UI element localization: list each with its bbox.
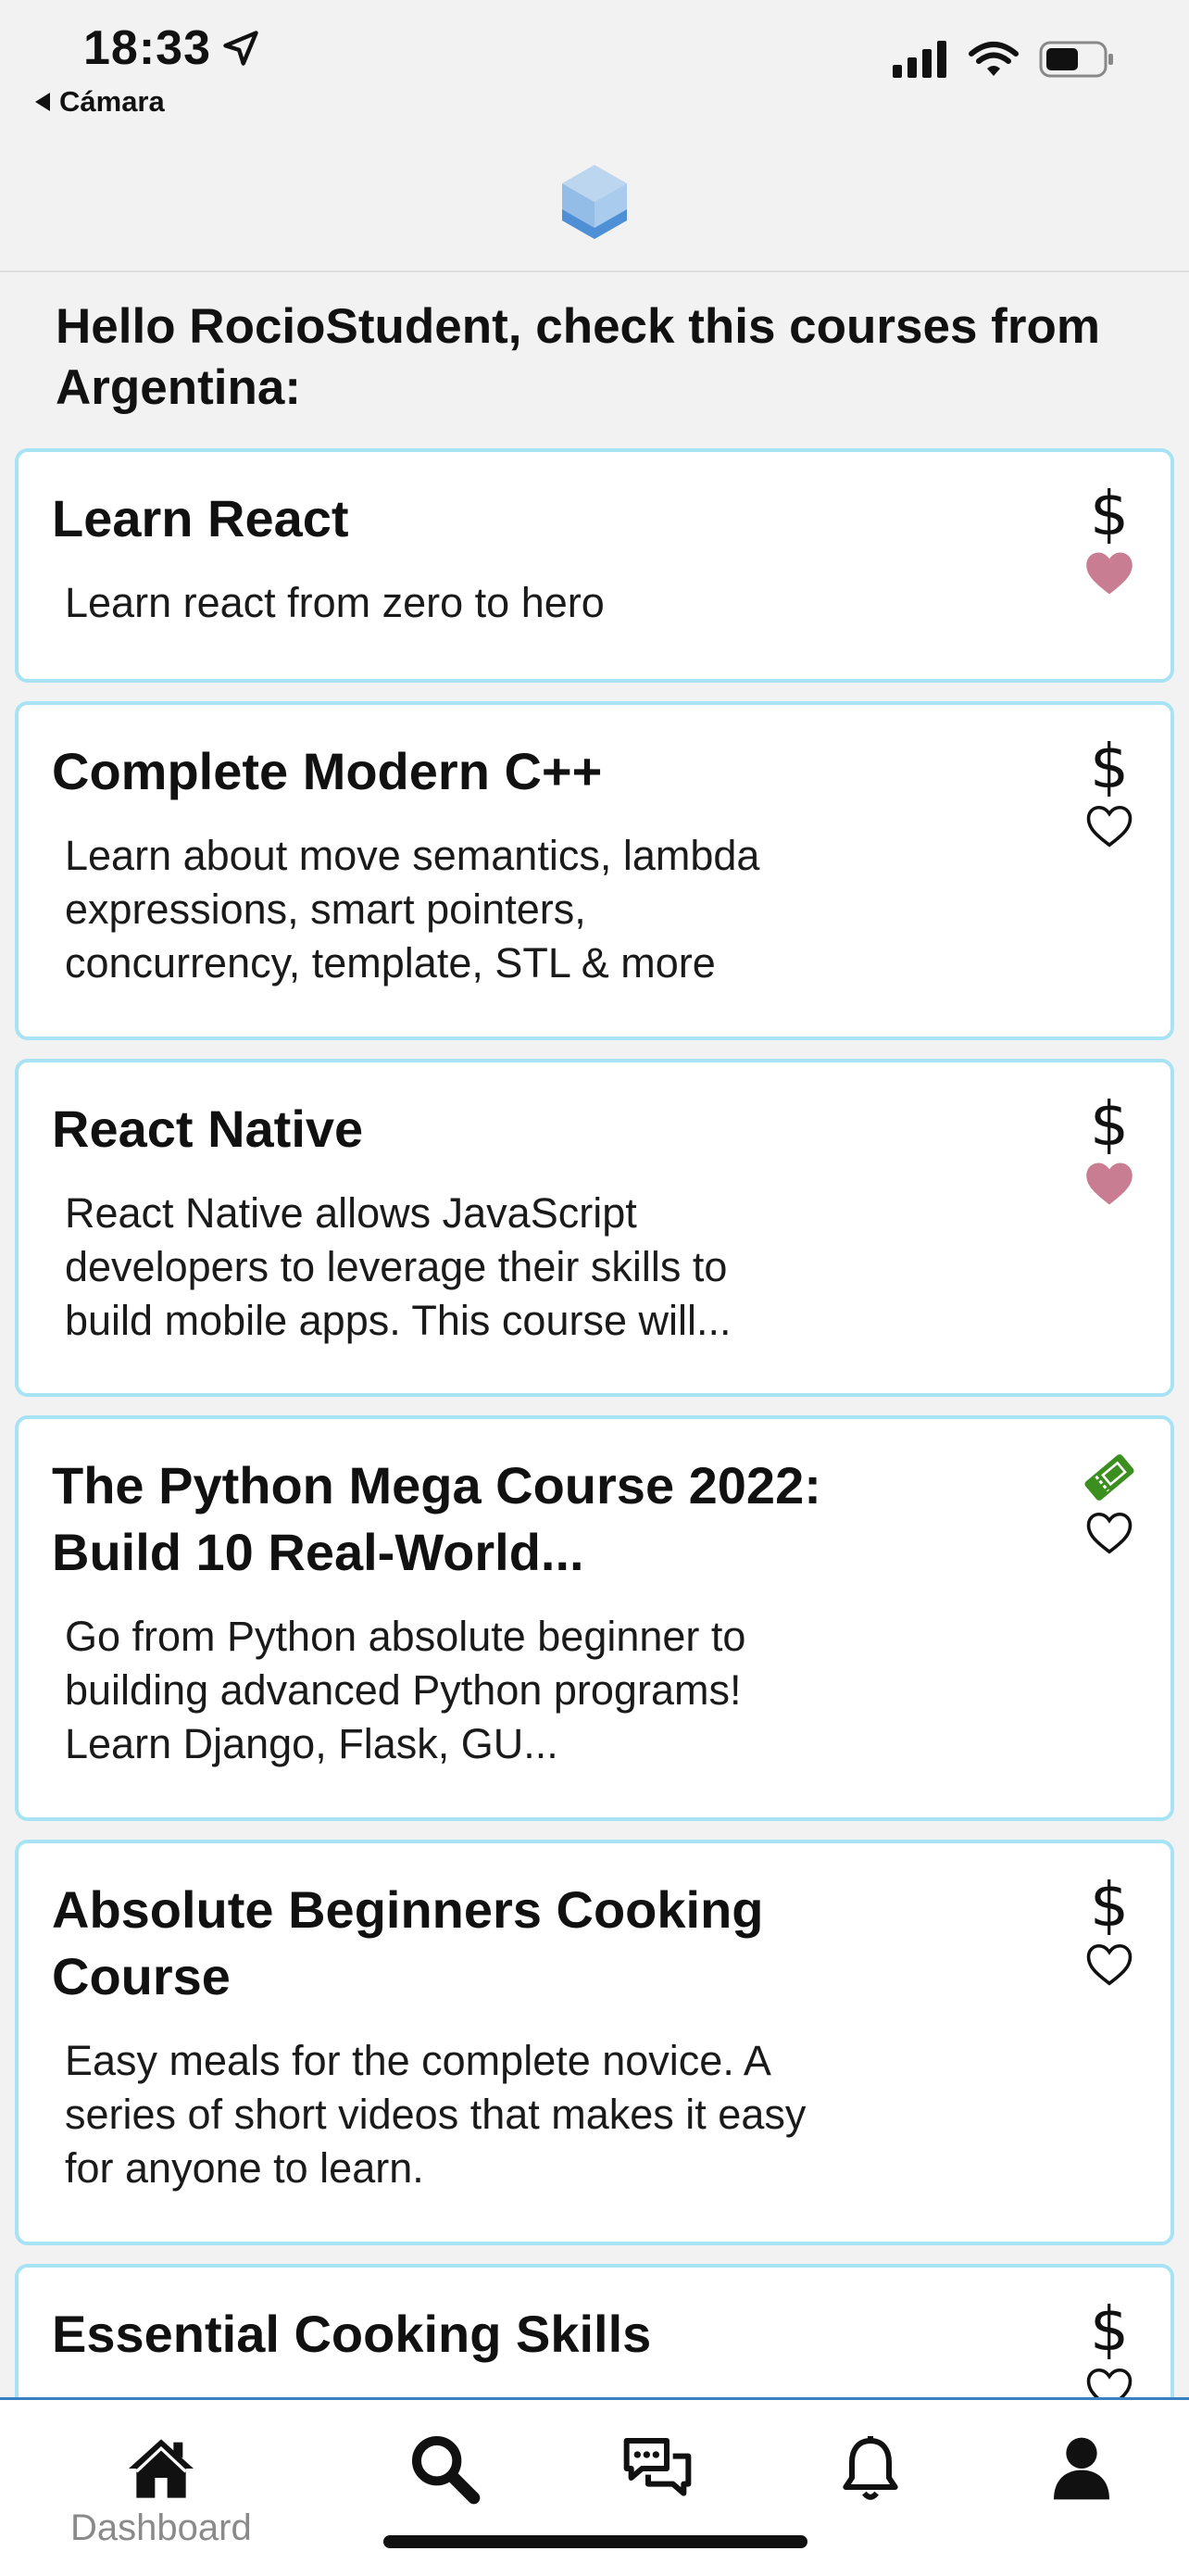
paid-dollar-icon: $ xyxy=(1090,478,1129,549)
location-arrow-icon xyxy=(223,31,258,66)
course-title: Learn React xyxy=(52,489,349,547)
course-description: Learn about move semantics, lambda expre… xyxy=(65,832,760,986)
wifi-icon xyxy=(969,42,1019,76)
favorite-heart-outline-icon[interactable] xyxy=(1084,1510,1134,1556)
tab-dashboard[interactable]: Dashboard xyxy=(70,2431,252,2549)
app-header xyxy=(0,130,1189,272)
paid-dollar-icon: $ xyxy=(1090,1869,1129,1941)
course-icons: $ xyxy=(1082,1092,1137,1207)
favorite-heart-outline-icon[interactable] xyxy=(1084,803,1134,849)
course-card[interactable]: Learn React Learn react from zero to her… xyxy=(15,448,1174,683)
course-list[interactable]: Learn React Learn react from zero to her… xyxy=(15,448,1174,2468)
paid-dollar-icon: $ xyxy=(1090,1088,1129,1160)
paid-dollar-icon: $ xyxy=(1090,731,1129,802)
course-icons: $ xyxy=(1082,482,1137,597)
time-text: 18:33 xyxy=(83,21,211,75)
favorite-heart-icon[interactable] xyxy=(1084,550,1134,597)
course-card[interactable]: The Python Mega Course 2022: Build 10 Re… xyxy=(15,1415,1174,1821)
favorite-heart-outline-icon[interactable] xyxy=(1084,1941,1134,1988)
tab-search[interactable] xyxy=(407,2431,482,2506)
free-ticket-icon xyxy=(1081,1449,1138,1506)
tab-notifications[interactable] xyxy=(833,2431,907,2506)
back-app-label: Cámara xyxy=(59,85,165,118)
course-description: React Native allows JavaScript developer… xyxy=(65,1189,732,1344)
course-title: Absolute Beginners Cooking Course xyxy=(52,1880,764,2005)
tab-label: Dashboard xyxy=(70,2507,252,2548)
home-icon xyxy=(128,2439,194,2498)
course-icons: $ xyxy=(1082,2297,1137,2412)
course-description: Learn react from zero to hero xyxy=(65,579,605,626)
course-card[interactable]: Absolute Beginners Cooking Course Easy m… xyxy=(15,1840,1174,2245)
course-title: The Python Mega Course 2022: Build 10 Re… xyxy=(52,1456,821,1581)
course-description: Go from Python absolute beginner to buil… xyxy=(65,1613,746,1767)
paid-dollar-icon: $ xyxy=(1090,2293,1129,2365)
course-title: Complete Modern C++ xyxy=(52,742,603,800)
user-icon xyxy=(1054,2437,1109,2500)
course-icons: $ xyxy=(1082,1873,1137,1988)
cellular-signal-icon xyxy=(893,41,946,78)
bottom-tab-bar: Dashboard xyxy=(0,2397,1189,2576)
battery-icon xyxy=(1039,41,1113,78)
chat-icon xyxy=(623,2438,692,2496)
favorite-heart-icon[interactable] xyxy=(1084,1161,1134,1207)
status-icons xyxy=(893,41,1115,78)
greeting-heading: Hello RocioStudent, check this courses f… xyxy=(56,299,1100,415)
back-to-app-link[interactable]: Cámara xyxy=(35,85,165,119)
course-description: Easy meals for the complete novice. A se… xyxy=(65,2037,807,2192)
course-title: Essential Cooking Skills xyxy=(52,2305,652,2363)
tab-messages[interactable] xyxy=(620,2431,695,2506)
status-time: 18:33 xyxy=(83,20,261,76)
course-title: React Native xyxy=(52,1100,364,1158)
status-bar: 18:33 Cámara xyxy=(0,0,1189,130)
course-card[interactable]: Complete Modern C++ Learn about move sem… xyxy=(15,701,1174,1040)
home-indicator[interactable] xyxy=(383,2535,807,2548)
app-logo-icon xyxy=(562,165,627,239)
course-card[interactable]: React Native React Native allows JavaScr… xyxy=(15,1059,1174,1397)
back-triangle-icon xyxy=(35,93,50,111)
course-icons: $ xyxy=(1082,735,1137,849)
bell-icon xyxy=(843,2436,898,2500)
tab-profile[interactable] xyxy=(1045,2431,1119,2506)
search-icon xyxy=(412,2436,481,2505)
course-icons xyxy=(1082,1449,1137,1556)
